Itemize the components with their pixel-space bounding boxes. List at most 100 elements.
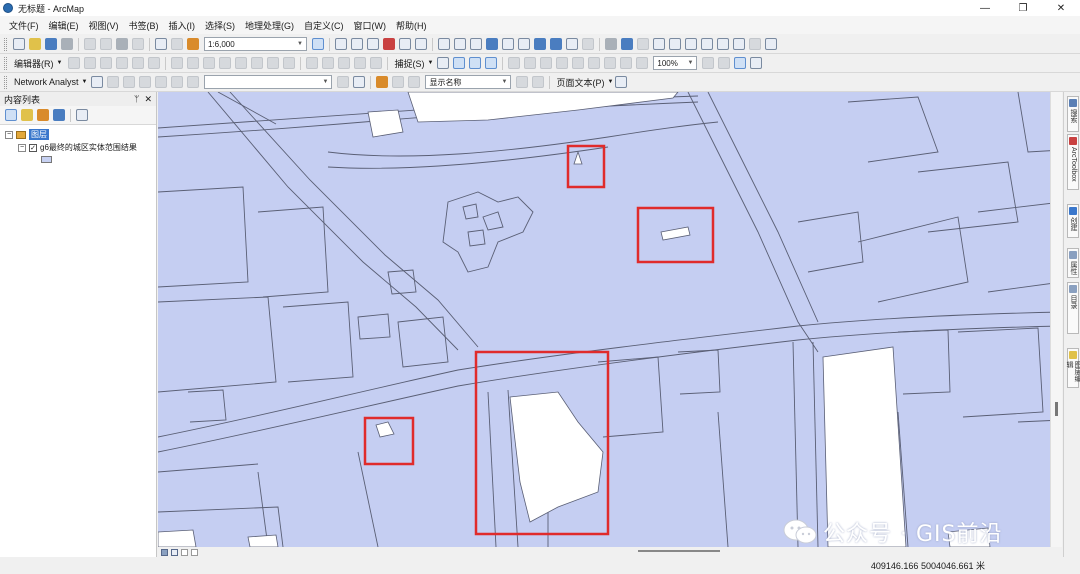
list-by-source-icon[interactable] (21, 109, 33, 121)
delete-icon[interactable] (132, 38, 144, 50)
pan-hand-icon[interactable] (470, 38, 482, 50)
table-of-contents-icon[interactable] (335, 38, 347, 50)
topology-edit-icon[interactable] (322, 57, 335, 69)
menu-edit[interactable]: 编辑(E) (44, 19, 84, 32)
back-extent-icon[interactable] (534, 38, 546, 50)
list-by-drawing-order-icon[interactable] (5, 109, 17, 121)
list-by-visibility-icon[interactable] (37, 109, 49, 121)
overflow-chevron-icon[interactable] (765, 38, 777, 50)
create-network-location-icon[interactable] (107, 76, 120, 88)
end-snapping-icon[interactable] (453, 57, 466, 69)
end-point-arc-icon[interactable] (116, 57, 129, 69)
hyperlink-icon[interactable] (637, 38, 649, 50)
cut-polygons-icon[interactable] (203, 57, 216, 69)
map-vertical-scrollbar[interactable] (1050, 92, 1062, 547)
map-canvas[interactable] (158, 92, 1062, 547)
layout-pan-icon[interactable] (540, 57, 553, 69)
list-by-selection-icon[interactable] (53, 109, 65, 121)
build-network-icon[interactable] (171, 76, 184, 88)
restore-button[interactable]: ❐ (1004, 0, 1042, 16)
network-options-icon[interactable] (337, 76, 350, 88)
solve-icon[interactable] (155, 76, 168, 88)
pin-icon[interactable]: ᛘ (134, 94, 139, 105)
redo-icon[interactable] (171, 38, 183, 50)
page-text-menu-button[interactable]: 页面文本(P) (556, 76, 604, 89)
go-to-xy-icon[interactable] (717, 38, 729, 50)
dock-tab-search[interactable]: 搜索 (1067, 96, 1079, 132)
time-slider-icon[interactable] (733, 38, 745, 50)
network-analyst-window-icon[interactable] (91, 76, 104, 88)
map-drawing[interactable] (158, 92, 1062, 547)
dock-tab-catalog[interactable]: 目录 (1067, 282, 1079, 334)
polygon-symbol-swatch[interactable] (41, 156, 52, 163)
create-viewer-window-icon[interactable] (749, 38, 761, 50)
vertex-snapping-icon[interactable] (469, 57, 482, 69)
layout-forward-extent-icon[interactable] (636, 57, 649, 69)
change-layout-icon[interactable] (734, 57, 747, 69)
layers-group-label[interactable]: 图层 (29, 129, 49, 140)
menu-selection[interactable]: 选择(S) (200, 19, 240, 32)
data-view-icon[interactable] (161, 548, 168, 556)
close-icon[interactable]: ✕ (144, 94, 152, 105)
zoom-whole-page-icon[interactable] (556, 57, 569, 69)
select-move-location-icon[interactable] (123, 76, 136, 88)
layout-fixed-zoom-out-icon[interactable] (604, 57, 617, 69)
menu-geoprocessing[interactable]: 地理处理(G) (240, 19, 299, 32)
previous-page-icon[interactable] (408, 76, 421, 88)
toolbar-grip[interactable] (4, 37, 7, 51)
straight-segment-icon[interactable] (100, 57, 113, 69)
layer-name-label[interactable]: g6最终的城区实体范围结果 (40, 142, 137, 153)
network-analyst-menu-button[interactable]: Network Analyst (14, 77, 79, 87)
dock-tab-attributes[interactable]: 属性 (1067, 248, 1079, 278)
html-popup-icon[interactable] (653, 38, 665, 50)
layer-symbol-row[interactable] (41, 156, 52, 163)
trace-icon[interactable] (132, 57, 145, 69)
last-page-icon[interactable] (532, 76, 545, 88)
close-window-button[interactable]: ✕ (1042, 0, 1080, 16)
zoom-in-icon[interactable] (438, 38, 450, 50)
snapping-menu-button[interactable]: 捕捉(S) (394, 57, 424, 70)
split-icon[interactable] (219, 57, 232, 69)
reshape-icon[interactable] (187, 57, 200, 69)
menu-windows[interactable]: 窗口(W) (349, 19, 392, 32)
menu-file[interactable]: 文件(F) (4, 19, 44, 32)
toc-options-icon[interactable] (76, 109, 88, 121)
refresh-view-icon[interactable] (181, 548, 188, 556)
menu-help[interactable]: 帮助(H) (391, 19, 432, 32)
overflow-chevron-icon[interactable] (615, 76, 628, 88)
layout-zoom-out-icon[interactable] (524, 57, 537, 69)
dock-tab-arctoolbox[interactable]: ArcToolbox (1067, 134, 1079, 190)
network-analysis-layer-combo[interactable]: ▼ (204, 75, 333, 89)
layers-group-row[interactable]: − 图层 (5, 129, 49, 140)
layer-visibility-checkbox[interactable]: ✓ (29, 143, 37, 152)
dock-tab-create-features[interactable]: 创建 (1067, 204, 1079, 238)
error-inspector-icon[interactable] (370, 57, 383, 69)
topology-icon[interactable] (306, 57, 319, 69)
catalog-window-icon[interactable] (351, 38, 363, 50)
menu-customize[interactable]: 自定义(C) (299, 19, 349, 32)
menu-bookmarks[interactable]: 书签(B) (124, 19, 164, 32)
find-binoculars-icon[interactable] (685, 38, 697, 50)
identify-icon[interactable] (621, 38, 633, 50)
sketch-properties-icon[interactable] (267, 57, 280, 69)
point-snapping-icon[interactable] (437, 57, 450, 69)
layout-zoom-percent-combo[interactable]: 100% ▼ (653, 56, 698, 70)
edit-vertices-icon[interactable] (171, 57, 184, 69)
undo-icon[interactable] (155, 38, 167, 50)
shared-edges-icon[interactable] (338, 57, 351, 69)
toolbar-grip[interactable] (4, 75, 7, 89)
layout-fixed-zoom-in-icon[interactable] (588, 57, 601, 69)
add-data-icon[interactable] (187, 38, 199, 50)
toggle-draft-mode-icon[interactable] (702, 57, 715, 69)
collapse-toggle-icon[interactable]: − (5, 130, 13, 139)
map-scale-combo[interactable]: 1:6,000 ▼ (204, 37, 307, 51)
open-folder-icon[interactable] (29, 38, 41, 50)
overflow-chevron-icon[interactable] (750, 57, 763, 69)
fixed-zoom-out-icon[interactable] (518, 38, 530, 50)
rotate-icon[interactable] (235, 57, 248, 69)
forward-extent-icon[interactable] (550, 38, 562, 50)
layer-row[interactable]: − ✓ g6最终的城区实体范围结果 (18, 142, 137, 153)
new-document-icon[interactable] (13, 38, 25, 50)
save-icon[interactable] (45, 38, 57, 50)
search-window-icon[interactable] (367, 38, 379, 50)
